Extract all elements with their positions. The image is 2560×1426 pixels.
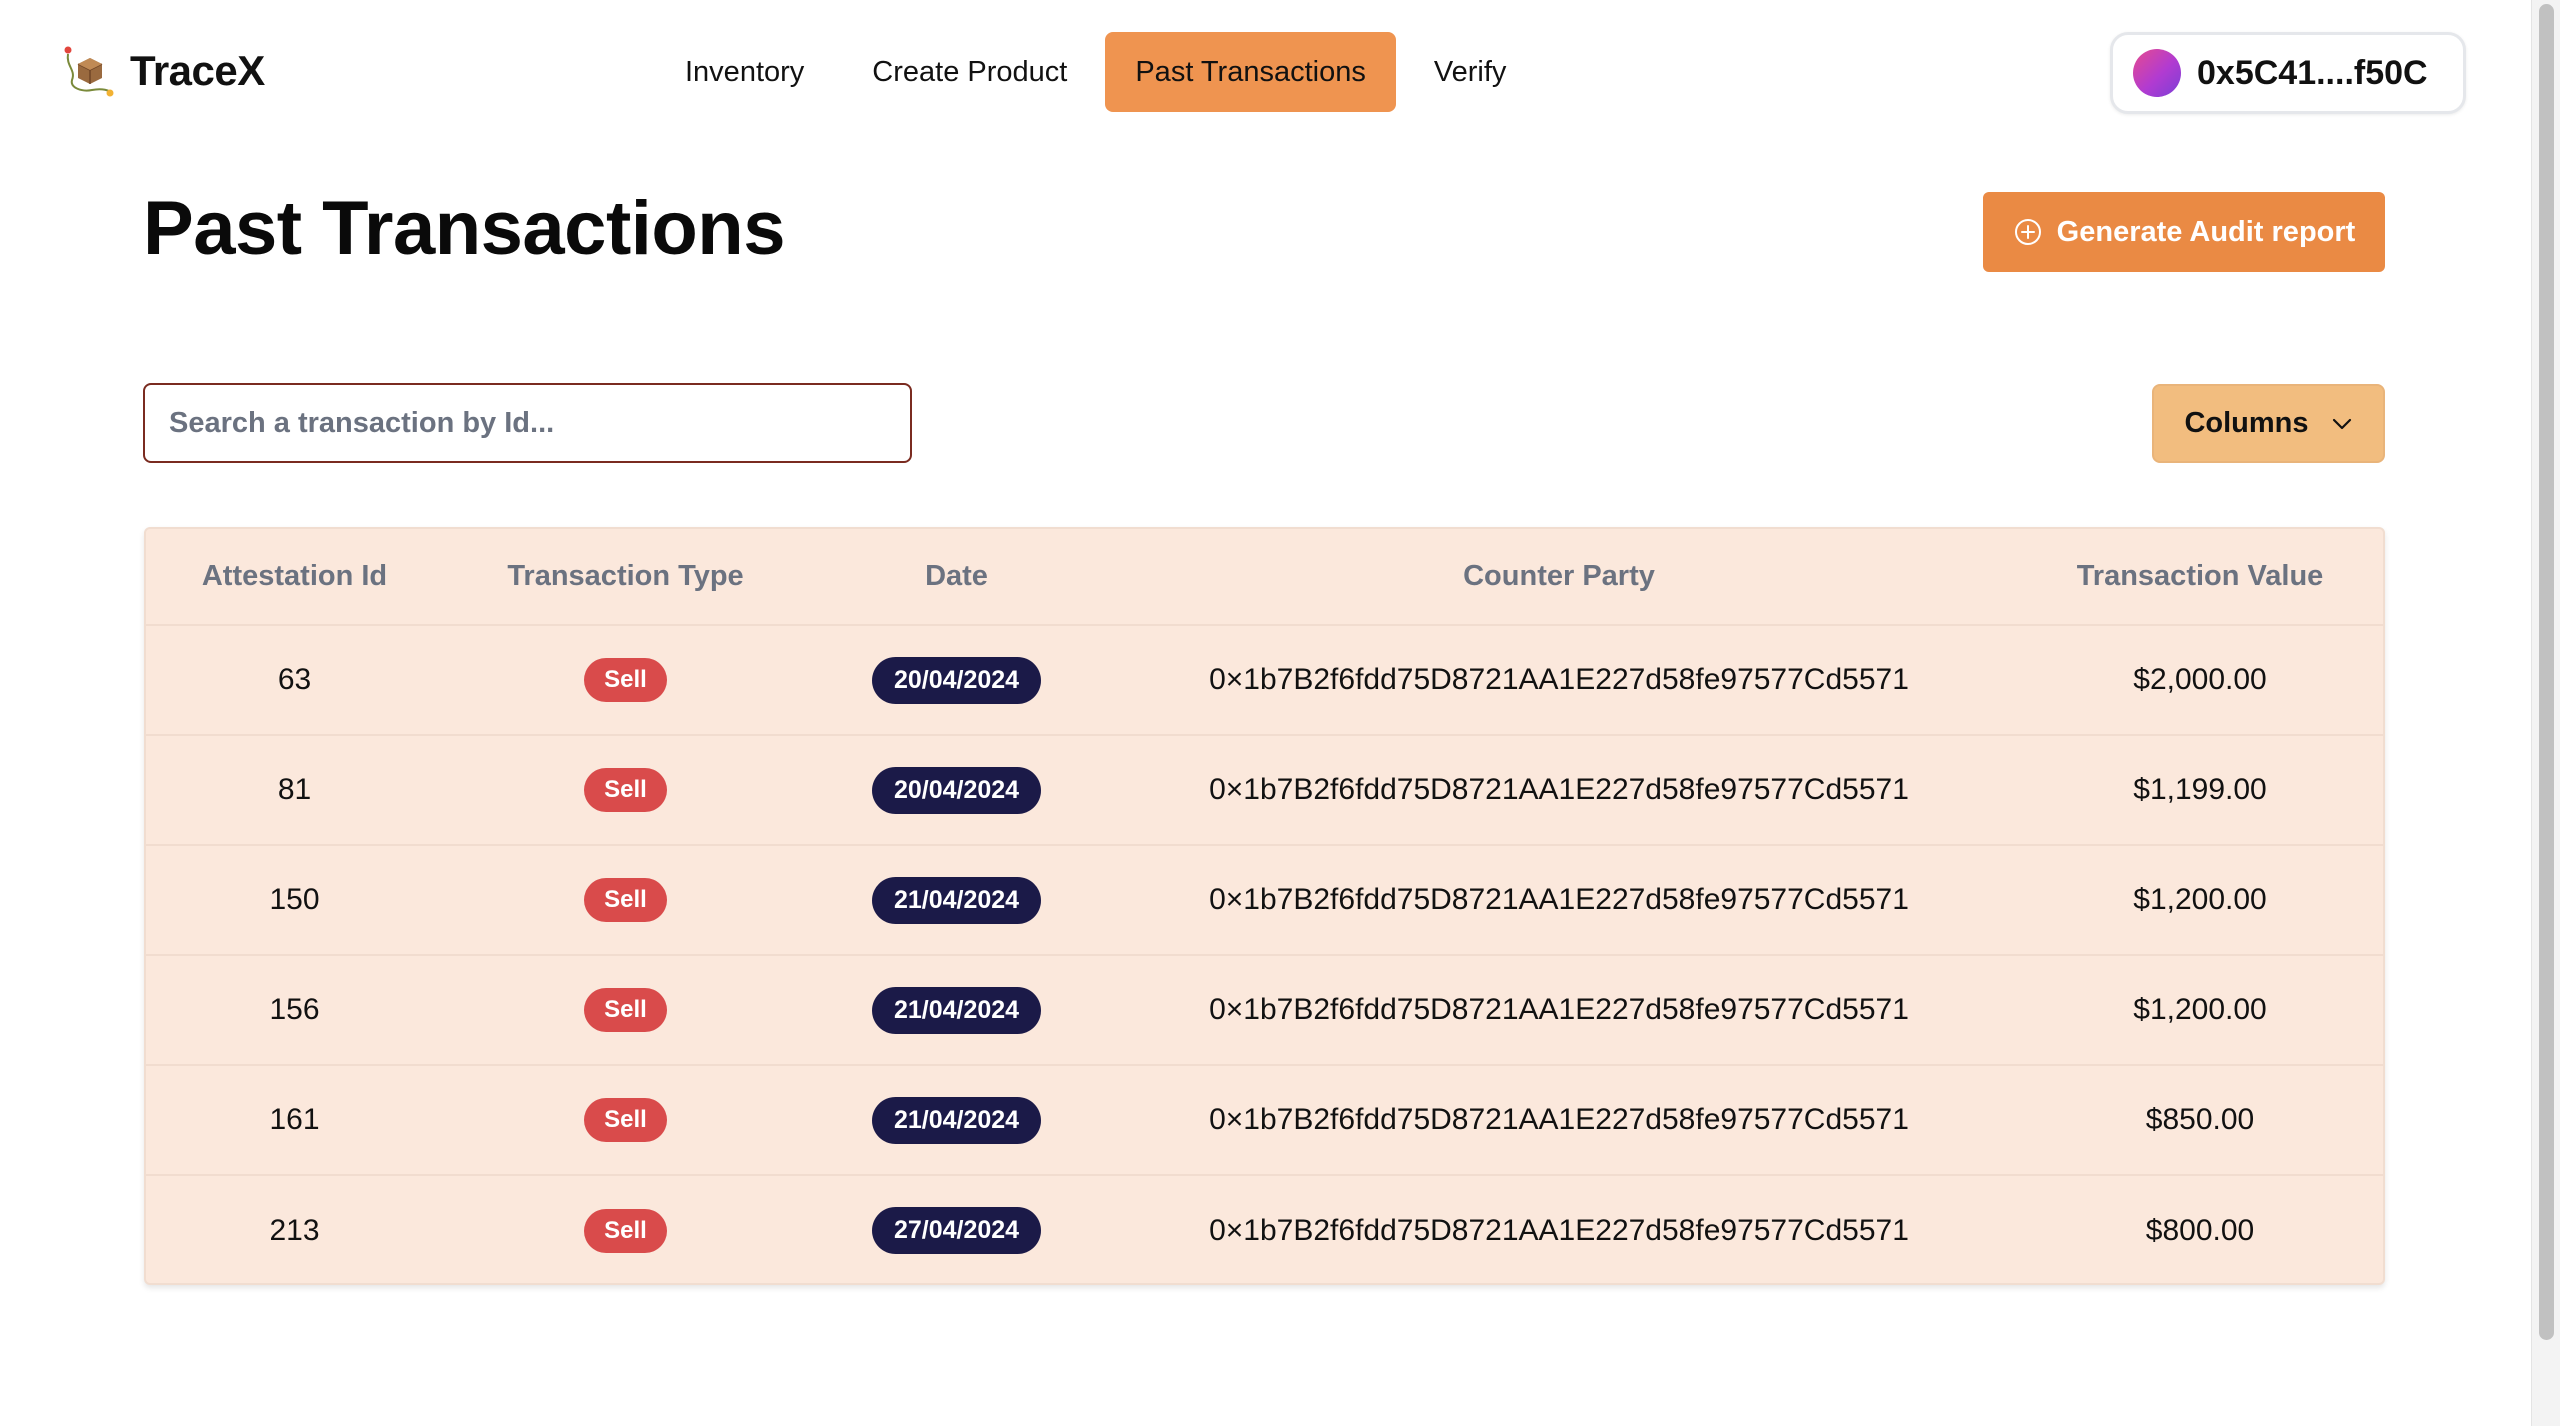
brand-logo[interactable]: TraceX	[62, 44, 265, 98]
attestation-id-cell: 63	[146, 625, 443, 736]
attestation-id-cell: 156	[146, 955, 443, 1066]
box-route-icon	[64, 46, 114, 97]
wallet-address: 0x5C41....f50C	[2197, 53, 2428, 92]
table-row[interactable]: 161 Sell 21/04/2024 0×1b7B2f6fdd75D8721A…	[146, 1065, 2383, 1176]
sell-badge: Sell	[584, 1098, 667, 1142]
counterparty-cell: 0×1b7B2f6fdd75D8721AA1E227d58fe97577Cd55…	[1105, 625, 2013, 736]
top-navbar: TraceX Inventory Create Product Past Tra…	[0, 0, 2530, 145]
chevron-down-icon	[2332, 418, 2351, 429]
attestation-id-cell: 81	[146, 735, 443, 846]
counterparty-cell: 0×1b7B2f6fdd75D8721AA1E227d58fe97577Cd55…	[1105, 845, 2013, 956]
brand-name: TraceX	[130, 47, 265, 94]
header-date[interactable]: Date	[808, 529, 1105, 626]
transaction-value-cell: $850.00	[2013, 1065, 2383, 1176]
counterparty-cell: 0×1b7B2f6fdd75D8721AA1E227d58fe97577Cd55…	[1105, 1065, 2013, 1176]
transaction-search-input[interactable]	[143, 383, 912, 463]
counterparty-cell: 0×1b7B2f6fdd75D8721AA1E227d58fe97577Cd55…	[1209, 1213, 1909, 1247]
sell-badge: Sell	[584, 1208, 667, 1253]
columns-dropdown-button[interactable]: Columns	[2152, 384, 2385, 463]
attestation-id-cell: 213	[269, 1213, 320, 1247]
transaction-value-cell: $1,200.00	[2013, 955, 2383, 1066]
wallet-avatar	[2133, 49, 2181, 97]
nav-create-product[interactable]: Create Product	[842, 32, 1097, 112]
table-row[interactable]: 63 Sell 20/04/2024 0×1b7B2f6fdd75D8721AA…	[146, 625, 2383, 736]
attestation-id-cell: 150	[146, 845, 443, 956]
attestation-id-cell: 161	[146, 1065, 443, 1176]
table-header-row: Attestation Id Transaction Type Date Cou…	[146, 529, 2383, 626]
sell-badge: Sell	[584, 988, 667, 1032]
header-transaction-value[interactable]: Transaction Value	[2013, 529, 2383, 626]
transactions-table: Attestation Id Transaction Type Date Cou…	[144, 527, 2385, 1285]
sell-badge: Sell	[584, 768, 667, 812]
sell-badge: Sell	[584, 878, 667, 922]
sell-badge: Sell	[584, 658, 667, 702]
date-badge: 21/04/2024	[871, 986, 1042, 1034]
table-row[interactable]: 156 Sell 21/04/2024 0×1b7B2f6fdd75D8721A…	[146, 955, 2383, 1066]
date-badge: 20/04/2024	[871, 656, 1042, 704]
nav-verify[interactable]: Verify	[1404, 32, 1537, 112]
generate-audit-report-button[interactable]: Generate Audit report	[1983, 192, 2385, 272]
page-scrollbar[interactable]	[2531, 0, 2560, 1426]
counterparty-cell: 0×1b7B2f6fdd75D8721AA1E227d58fe97577Cd55…	[1105, 955, 2013, 1066]
header-attestation-id[interactable]: Attestation Id	[146, 529, 443, 626]
table-row[interactable]: 213 Sell 27/04/2024 0×1b7B2f6fdd75D8721A…	[146, 1175, 2383, 1283]
main-nav: Inventory Create Product Past Transactio…	[655, 32, 1536, 112]
table-row[interactable]: 150 Sell 21/04/2024 0×1b7B2f6fdd75D8721A…	[146, 845, 2383, 956]
columns-button-label: Columns	[2184, 407, 2309, 439]
table-row[interactable]: 81 Sell 20/04/2024 0×1b7B2f6fdd75D8721AA…	[146, 735, 2383, 846]
header-counter-party[interactable]: Counter Party	[1105, 529, 2013, 626]
wallet-button[interactable]: 0x5C41....f50C	[2110, 32, 2466, 114]
transaction-value-cell: $1,199.00	[2013, 735, 2383, 846]
header-transaction-type[interactable]: Transaction Type	[443, 529, 808, 626]
date-badge: 21/04/2024	[871, 876, 1042, 924]
transaction-value-cell: $2,000.00	[2013, 625, 2383, 736]
scrollbar-thumb[interactable]	[2539, 4, 2554, 1340]
transaction-value-cell: $800.00	[2145, 1213, 2255, 1247]
date-badge: 20/04/2024	[871, 766, 1042, 814]
page-title: Past Transactions	[143, 186, 786, 271]
counterparty-cell: 0×1b7B2f6fdd75D8721AA1E227d58fe97577Cd55…	[1105, 735, 2013, 846]
date-badge: 21/04/2024	[871, 1096, 1042, 1144]
audit-button-label: Generate Audit report	[2056, 215, 2356, 248]
transaction-value-cell: $1,200.00	[2013, 845, 2383, 956]
nav-inventory[interactable]: Inventory	[655, 32, 834, 112]
date-badge: 27/04/2024	[871, 1207, 1042, 1254]
plus-circle-icon	[2014, 219, 2041, 245]
nav-past-transactions[interactable]: Past Transactions	[1105, 32, 1396, 112]
